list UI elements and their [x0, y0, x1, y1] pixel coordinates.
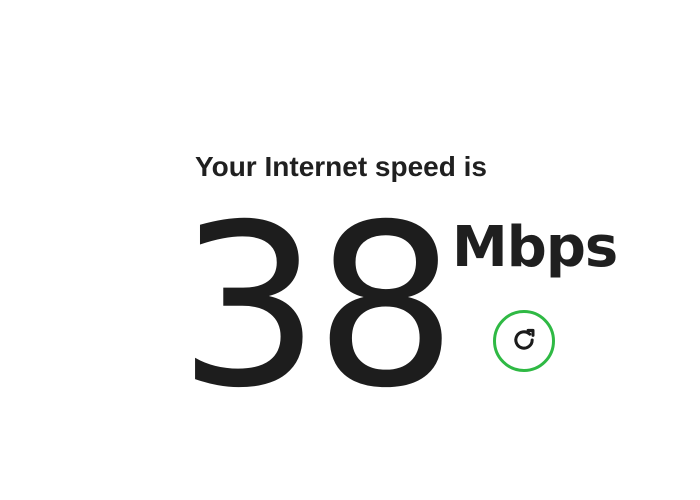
refresh-icon — [510, 326, 538, 357]
refresh-button[interactable] — [493, 310, 555, 372]
brand-logo-text: FAST — [260, 0, 440, 18]
speed-value: 38 — [178, 176, 457, 437]
speed-unit: Mbps — [452, 215, 618, 280]
